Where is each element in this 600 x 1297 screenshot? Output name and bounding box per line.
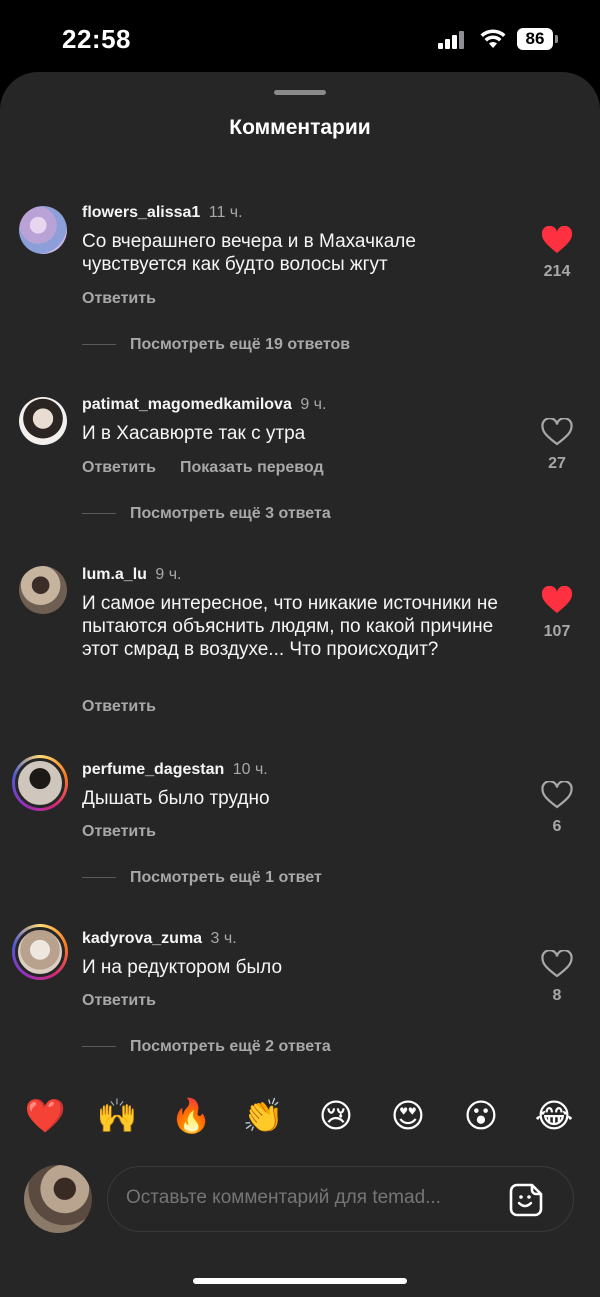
- comment-time: 11 ч.: [208, 204, 243, 221]
- like-count: 6: [552, 818, 562, 835]
- comment-time: 10 ч.: [232, 761, 268, 778]
- reaction-astonished-face[interactable]: 😮: [459, 1094, 503, 1138]
- comment-meta: flowers_alissa1 11 ч.: [82, 204, 243, 222]
- reaction-red-heart[interactable]: ❤️: [23, 1094, 67, 1138]
- divider-dash: [82, 877, 116, 879]
- reaction-raising-hands[interactable]: 🙌: [95, 1094, 139, 1138]
- comment-text: И в Хасавюрте так с утра: [82, 423, 306, 444]
- current-user-avatar: [24, 1165, 92, 1233]
- comment-actions: Ответить: [82, 290, 180, 308]
- wifi-icon: [480, 29, 506, 48]
- like-count: 107: [543, 623, 571, 640]
- reaction-clapping-hands[interactable]: 👏: [241, 1094, 285, 1138]
- home-indicator[interactable]: [193, 1278, 407, 1284]
- avatar[interactable]: [19, 206, 67, 254]
- avatar[interactable]: [12, 924, 68, 980]
- view-more-label: Посмотреть ещё 3 ответа: [130, 505, 331, 522]
- comment-text: Дышать было трудно: [82, 788, 270, 809]
- comment-text: И самое интересное, что никакие источник…: [82, 593, 498, 660]
- reaction-crying-face[interactable]: 😢: [314, 1094, 358, 1138]
- comment-username[interactable]: flowers_alissa1: [82, 204, 200, 221]
- comment-meta: lum.a_lu 9 ч.: [82, 566, 181, 584]
- heart-icon[interactable]: [541, 586, 573, 614]
- status-time: 22:58: [62, 24, 131, 54]
- view-more-replies[interactable]: Посмотреть ещё 19 ответов: [82, 336, 350, 354]
- sheet-title: Комментарии: [229, 116, 371, 139]
- avatar[interactable]: [19, 397, 67, 445]
- comment-meta: perfume_dagestan 10 ч.: [82, 761, 268, 779]
- show-translation-button[interactable]: Показать перевод: [180, 459, 324, 476]
- comment-actions: Ответить: [82, 823, 180, 841]
- cellular-signal-icon: [438, 31, 466, 49]
- divider-dash: [82, 1046, 116, 1048]
- heart-icon[interactable]: [541, 950, 573, 978]
- comment-username[interactable]: lum.a_lu: [82, 566, 147, 583]
- avatar-image: [15, 927, 65, 977]
- view-more-label: Посмотреть ещё 1 ответ: [130, 869, 322, 886]
- like-count: 8: [552, 987, 562, 1004]
- reply-button[interactable]: Ответить: [82, 459, 156, 476]
- comment-time: 9 ч.: [300, 396, 327, 413]
- view-more-label: Посмотреть ещё 19 ответов: [130, 336, 351, 353]
- battery-indicator: 86: [517, 28, 553, 50]
- comment-composer: [107, 1166, 574, 1232]
- reply-button[interactable]: Ответить: [82, 823, 156, 840]
- view-more-replies[interactable]: Посмотреть ещё 3 ответа: [82, 505, 331, 523]
- reaction-heart-eyes[interactable]: 😍: [386, 1094, 430, 1138]
- comment-actions: Ответить: [82, 698, 180, 716]
- comment-time: 9 ч.: [155, 566, 182, 583]
- heart-icon[interactable]: [541, 418, 573, 446]
- view-more-replies[interactable]: Посмотреть ещё 2 ответа: [82, 1038, 331, 1056]
- quick-reactions: ❤️ 🙌 🔥 👏 😢 😍 😮 😂: [0, 1094, 600, 1144]
- view-more-label: Посмотреть ещё 2 ответа: [130, 1038, 331, 1055]
- reply-button[interactable]: Ответить: [82, 290, 156, 307]
- sheet-grabber[interactable]: [274, 90, 326, 95]
- comment-username[interactable]: perfume_dagestan: [82, 761, 224, 778]
- comment-time: 3 ч.: [210, 930, 237, 947]
- battery-tip: [555, 35, 558, 43]
- comment-text: Со вчерашнего вечера и в Махачкале чувст…: [82, 231, 416, 275]
- comment-meta: patimat_magomedkamilova 9 ч.: [82, 396, 326, 414]
- like-count: 27: [548, 455, 566, 472]
- view-more-replies[interactable]: Посмотреть ещё 1 ответ: [82, 869, 322, 887]
- divider-dash: [82, 344, 116, 346]
- like-count: 214: [543, 263, 571, 280]
- reaction-tears-of-joy[interactable]: 😂: [532, 1094, 576, 1138]
- comment-actions: Ответить: [82, 992, 180, 1010]
- comment-text: И на редуктором было: [82, 957, 283, 978]
- comment-username[interactable]: kadyrova_zuma: [82, 930, 202, 947]
- reply-button[interactable]: Ответить: [82, 698, 156, 715]
- heart-icon[interactable]: [541, 226, 573, 254]
- avatar[interactable]: [12, 755, 68, 811]
- comment-actions: Ответить Показать перевод: [82, 459, 348, 477]
- heart-icon[interactable]: [541, 781, 573, 809]
- sticker-icon[interactable]: [508, 1182, 544, 1218]
- reaction-fire[interactable]: 🔥: [169, 1094, 213, 1138]
- reply-button[interactable]: Ответить: [82, 992, 156, 1009]
- comment-meta: kadyrova_zuma 3 ч.: [82, 930, 237, 948]
- comment-input[interactable]: [126, 1187, 486, 1209]
- divider-dash: [82, 513, 116, 515]
- status-bar: 22:58 86: [0, 0, 600, 72]
- avatar[interactable]: [19, 566, 67, 614]
- comment-username[interactable]: patimat_magomedkamilova: [82, 396, 292, 413]
- avatar-image: [15, 758, 65, 808]
